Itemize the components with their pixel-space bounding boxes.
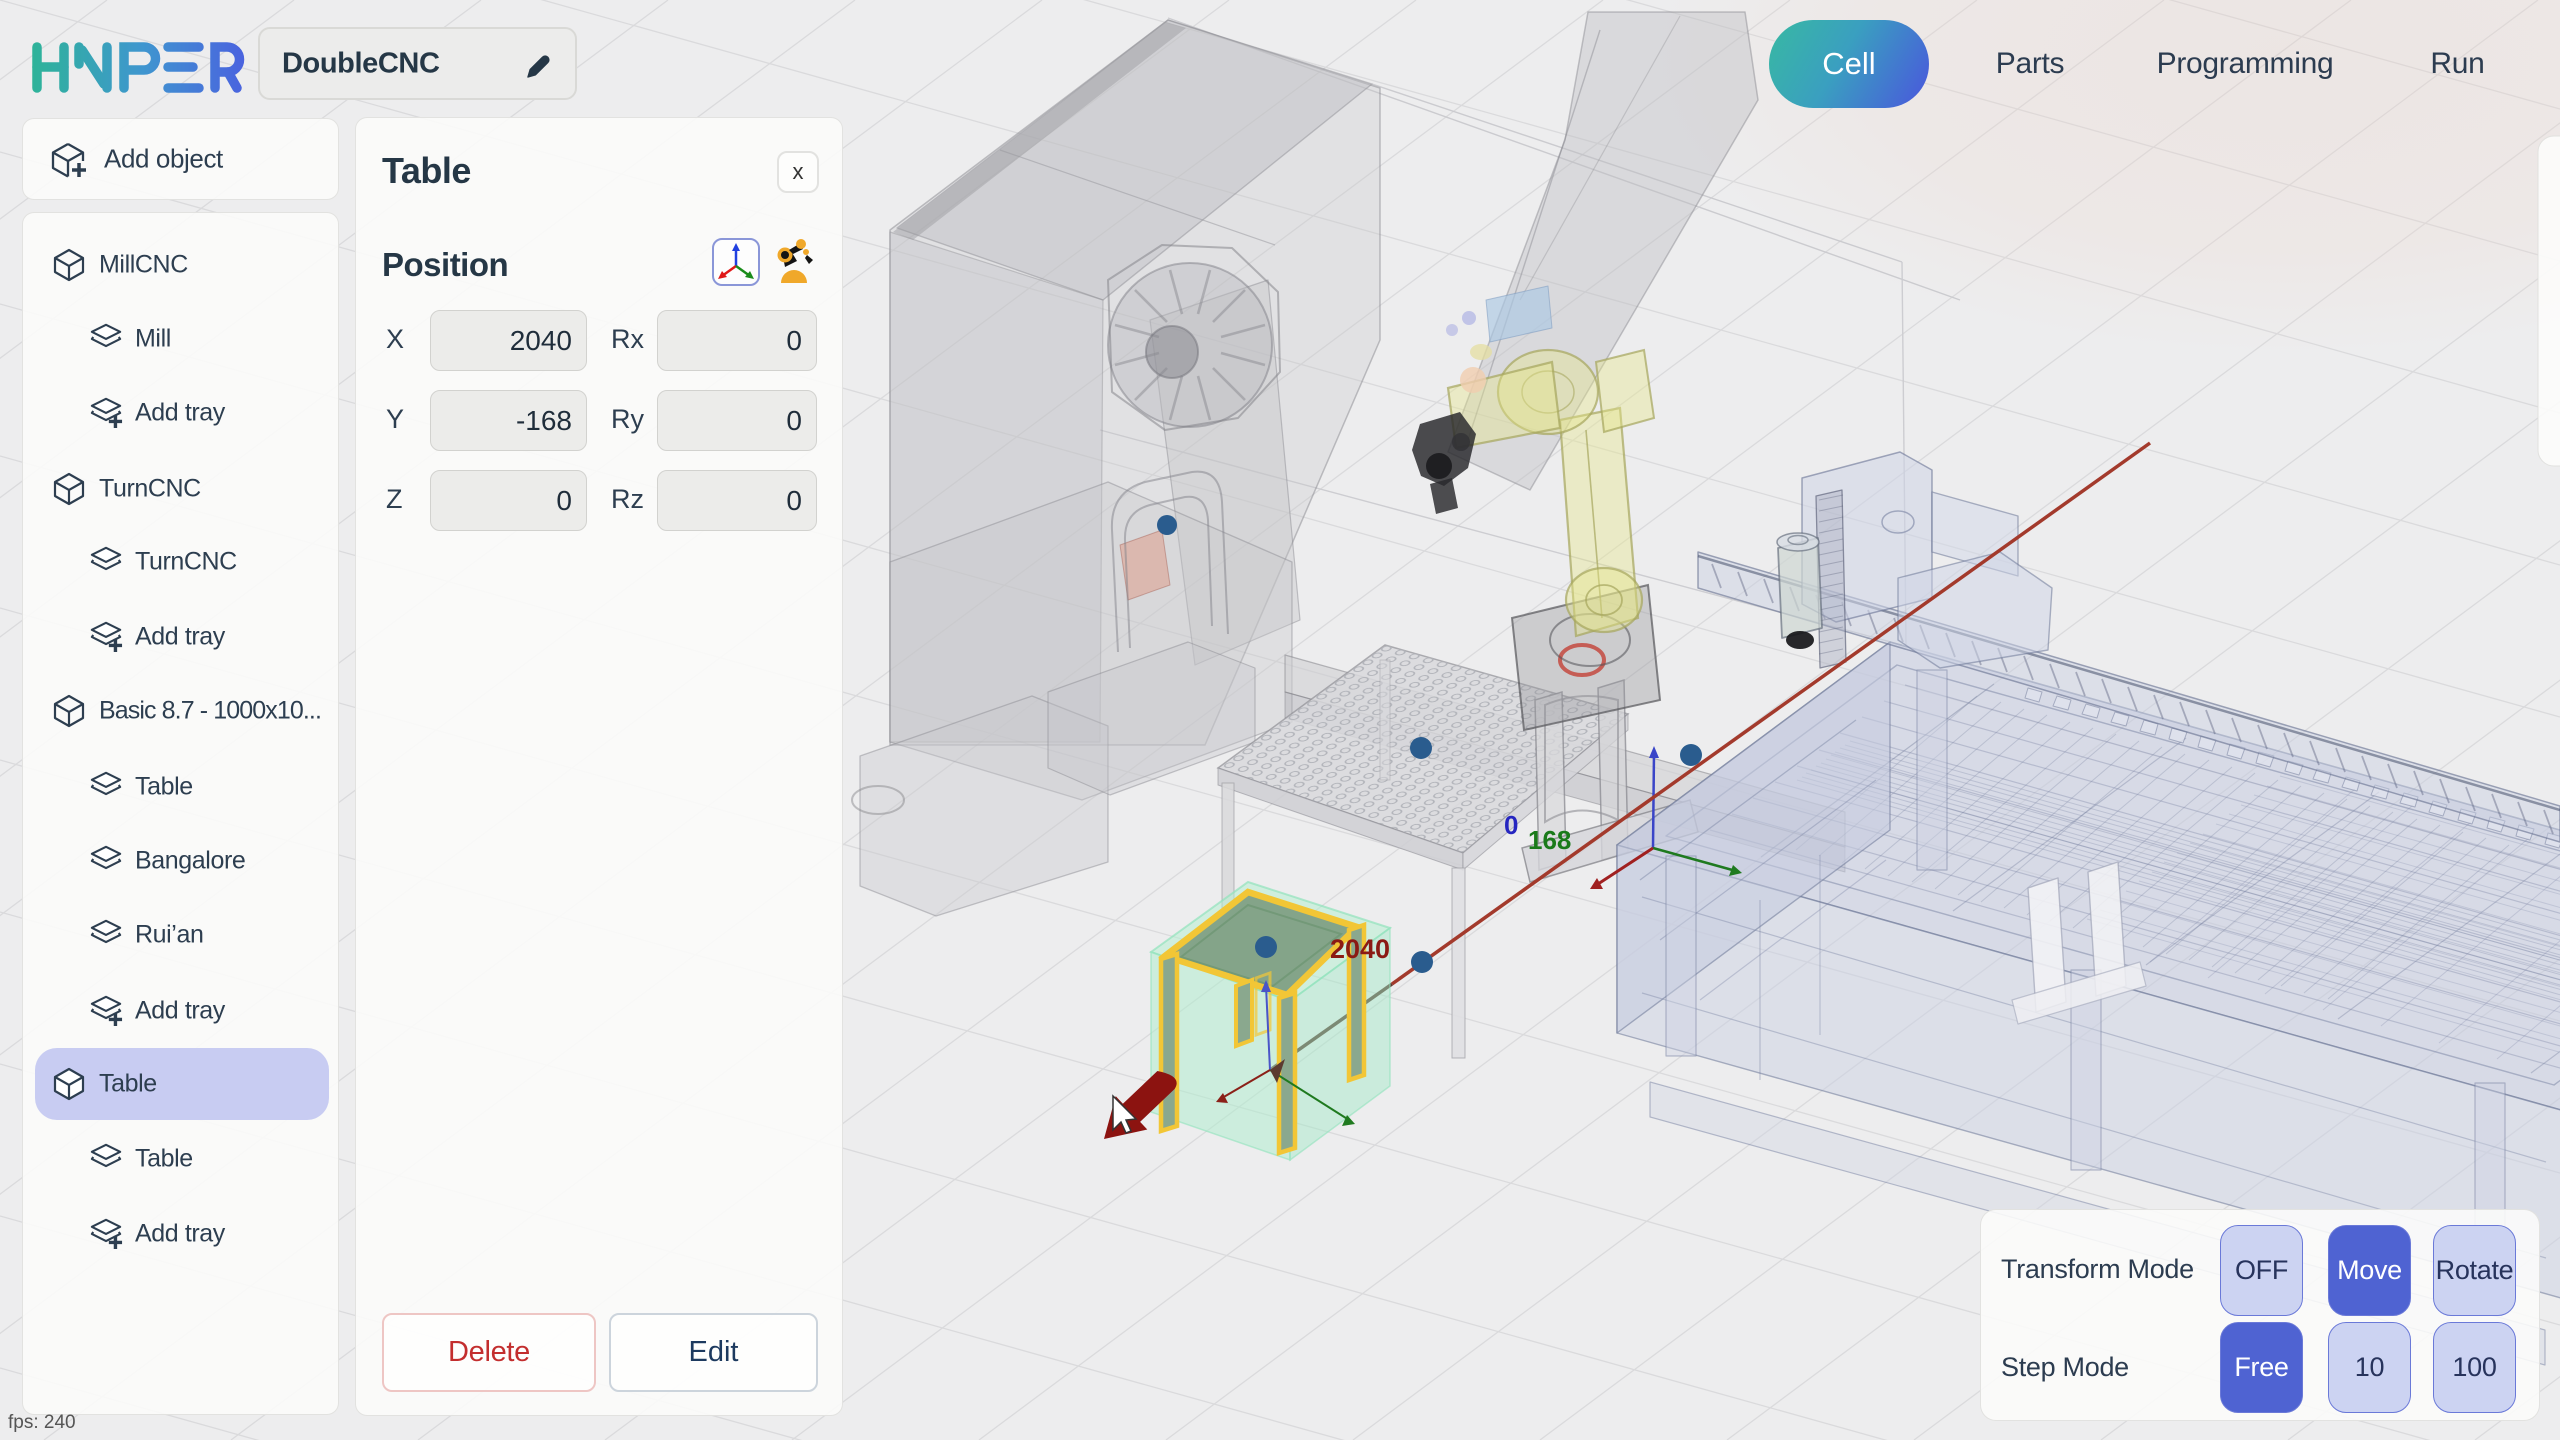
- svg-text:0: 0: [1504, 810, 1518, 840]
- svg-text:168: 168: [1528, 825, 1571, 855]
- svg-text:2040: 2040: [1330, 934, 1390, 964]
